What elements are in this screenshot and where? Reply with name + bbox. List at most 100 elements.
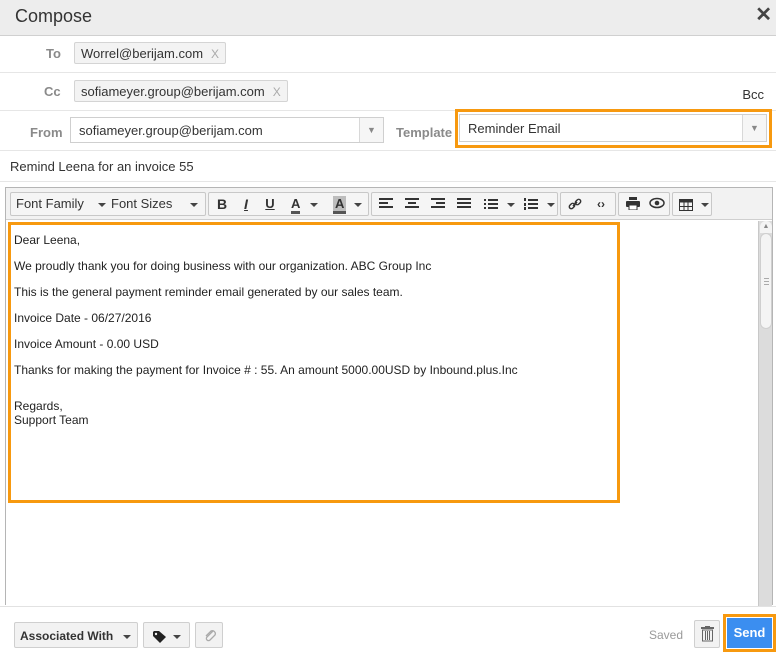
font-family-label: Font Family bbox=[16, 196, 84, 211]
from-label: From bbox=[30, 125, 63, 140]
caret-down-icon bbox=[310, 202, 319, 207]
preview-button[interactable] bbox=[645, 193, 669, 215]
cc-row: Cc sofiameyer.group@berijam.com X Bcc bbox=[0, 73, 776, 111]
caret-down-icon bbox=[122, 634, 131, 639]
delete-draft-button[interactable] bbox=[694, 620, 720, 648]
numbered-list-icon bbox=[524, 198, 538, 211]
justify-icon bbox=[457, 198, 471, 208]
recipient-email: sofiameyer.group@berijam.com bbox=[81, 84, 265, 99]
tag-icon bbox=[153, 630, 166, 643]
scroll-thumb[interactable] bbox=[760, 233, 772, 329]
text-color-icon: A bbox=[291, 196, 301, 214]
dropdown-arrow-icon: ▼ bbox=[359, 118, 383, 142]
text-color-button[interactable]: A bbox=[285, 193, 325, 215]
to-label: To bbox=[46, 46, 61, 61]
align-right-button[interactable] bbox=[426, 193, 450, 215]
bold-button[interactable]: B bbox=[211, 193, 233, 215]
compose-window: Compose ✕ To Worrel@berijam.com X Cc sofi… bbox=[0, 0, 776, 652]
caret-down-icon bbox=[506, 202, 515, 207]
numbered-list-button[interactable] bbox=[520, 193, 556, 215]
align-left-button[interactable] bbox=[374, 193, 398, 215]
from-value: sofiameyer.group@berijam.com bbox=[79, 123, 263, 138]
from-select[interactable]: sofiameyer.group@berijam.com ▼ bbox=[70, 117, 384, 143]
compose-footer: Associated With Saved Send bbox=[0, 606, 776, 652]
eye-icon bbox=[649, 197, 665, 209]
bullet-list-button[interactable] bbox=[480, 193, 516, 215]
body-closing: Regards, bbox=[14, 399, 63, 413]
to-recipient-chip[interactable]: Worrel@berijam.com X bbox=[74, 42, 227, 64]
paperclip-icon bbox=[205, 630, 216, 642]
email-body-text: Dear Leena, We proudly thank you for doi… bbox=[14, 233, 518, 427]
font-sizes-dropdown[interactable]: Font Sizes bbox=[107, 193, 205, 215]
background-color-button[interactable]: A bbox=[327, 193, 367, 215]
table-group bbox=[672, 192, 712, 216]
print-icon bbox=[626, 197, 640, 210]
body-line: We proudly thank you for doing business … bbox=[14, 259, 432, 273]
close-icon[interactable]: ✕ bbox=[755, 4, 772, 26]
associated-with-dropdown[interactable]: Associated With bbox=[14, 622, 138, 648]
body-line: Thanks for making the payment for Invoic… bbox=[14, 363, 518, 377]
link-icon bbox=[568, 198, 582, 210]
tag-dropdown[interactable] bbox=[143, 622, 190, 648]
insert-link-button[interactable] bbox=[563, 193, 587, 215]
link-group: ‹› bbox=[560, 192, 616, 216]
align-center-icon bbox=[405, 198, 419, 208]
italic-button[interactable]: I bbox=[235, 193, 257, 215]
editor-scrollbar[interactable]: ▲ bbox=[758, 221, 772, 606]
compose-header: Compose ✕ bbox=[0, 0, 776, 36]
align-group bbox=[371, 192, 558, 216]
cc-recipient-chip[interactable]: sofiameyer.group@berijam.com X bbox=[74, 80, 288, 102]
align-left-icon bbox=[379, 198, 393, 208]
body-line: Invoice Amount - 0.00 USD bbox=[14, 337, 159, 351]
subject-divider bbox=[0, 181, 776, 182]
send-button[interactable]: Send bbox=[727, 618, 772, 648]
table-icon bbox=[679, 198, 693, 211]
caret-down-icon bbox=[97, 202, 106, 207]
caret-down-icon bbox=[190, 202, 199, 207]
print-group bbox=[618, 192, 670, 216]
recipient-email: Worrel@berijam.com bbox=[81, 46, 204, 61]
remove-recipient-icon[interactable]: X bbox=[211, 47, 219, 61]
bcc-link[interactable]: Bcc bbox=[742, 87, 764, 102]
insert-table-button[interactable] bbox=[675, 193, 711, 215]
print-button[interactable] bbox=[621, 193, 645, 215]
underline-button[interactable]: U bbox=[259, 193, 281, 215]
grip-icon bbox=[764, 278, 769, 279]
compose-title: Compose bbox=[15, 6, 93, 26]
align-center-button[interactable] bbox=[400, 193, 424, 215]
caret-down-icon bbox=[173, 634, 182, 639]
from-template-row: From sofiameyer.group@berijam.com ▼ Temp… bbox=[0, 109, 776, 151]
source-code-button[interactable]: ‹› bbox=[589, 193, 613, 215]
format-group: B I U A A bbox=[208, 192, 369, 216]
trash-icon bbox=[701, 626, 714, 642]
background-color-icon: A bbox=[333, 196, 347, 214]
caret-down-icon bbox=[354, 202, 363, 207]
scroll-up-icon[interactable]: ▲ bbox=[760, 221, 772, 233]
template-value: Reminder Email bbox=[468, 121, 561, 136]
body-signature: Support Team bbox=[14, 413, 89, 427]
template-label: Template bbox=[396, 125, 453, 140]
body-line: Invoice Date - 06/27/2016 bbox=[14, 311, 152, 325]
saved-status: Saved bbox=[649, 628, 684, 642]
font-group: Font Family Font Sizes bbox=[10, 192, 206, 216]
rich-text-editor: Font Family Font Sizes B I U A A ‹› Dear… bbox=[5, 187, 773, 606]
body-greeting: Dear Leena, bbox=[14, 233, 81, 247]
cc-label: Cc bbox=[44, 84, 61, 99]
justify-button[interactable] bbox=[452, 193, 476, 215]
to-row: To Worrel@berijam.com X bbox=[0, 36, 776, 73]
dropdown-arrow-icon: ▼ bbox=[742, 115, 766, 141]
remove-recipient-icon[interactable]: X bbox=[273, 85, 281, 99]
email-body-editor[interactable]: Dear Leena, We proudly thank you for doi… bbox=[6, 221, 758, 606]
align-right-icon bbox=[431, 198, 445, 208]
subject-input[interactable]: Remind Leena for an invoice 55 bbox=[10, 159, 194, 174]
bullet-list-icon bbox=[484, 199, 498, 210]
body-line: This is the general payment reminder ema… bbox=[14, 285, 403, 299]
attach-button[interactable] bbox=[195, 622, 223, 648]
template-select[interactable]: Reminder Email ▼ bbox=[459, 114, 767, 142]
font-family-dropdown[interactable]: Font Family bbox=[11, 193, 107, 215]
code-icon: ‹› bbox=[597, 197, 605, 211]
editor-toolbar: Font Family Font Sizes B I U A A ‹› bbox=[6, 188, 772, 220]
caret-down-icon bbox=[546, 202, 555, 207]
font-sizes-label: Font Sizes bbox=[111, 196, 173, 211]
caret-down-icon bbox=[700, 202, 709, 207]
